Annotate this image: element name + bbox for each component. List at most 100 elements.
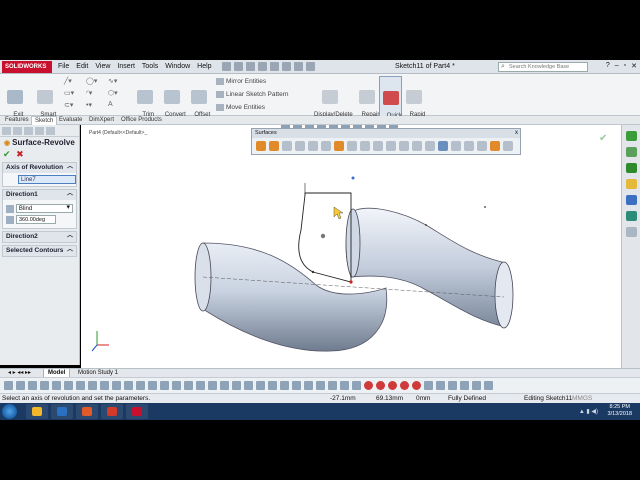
units-selector[interactable]: MMGS xyxy=(572,394,592,403)
ellipse-tool-icon[interactable] xyxy=(112,381,121,390)
menu-edit[interactable]: Edit xyxy=(76,63,88,70)
polygon-icon[interactable]: ⬡▾ xyxy=(108,89,130,98)
chamfer-tool-icon[interactable] xyxy=(136,381,145,390)
knit-surface-icon[interactable] xyxy=(425,141,435,151)
reverse-direction-icon[interactable] xyxy=(6,204,14,213)
spline-tool-icon[interactable] xyxy=(100,381,109,390)
copy-tool-icon[interactable] xyxy=(280,381,289,390)
end-condition-select[interactable]: Blind xyxy=(15,204,73,213)
ruled-surface-icon[interactable] xyxy=(360,141,370,151)
dimension-tool-icon[interactable] xyxy=(316,381,325,390)
file-explorer-taskbar-icon[interactable] xyxy=(26,404,48,419)
vertical-snap-icon[interactable] xyxy=(460,381,469,390)
sketch-point[interactable] xyxy=(425,224,427,226)
move-copy-icon[interactable] xyxy=(490,141,500,151)
tab-sketch[interactable]: Sketch xyxy=(31,116,58,125)
offset-tool-icon[interactable] xyxy=(184,381,193,390)
mid-surface-icon[interactable] xyxy=(503,141,513,151)
menu-window[interactable]: Window xyxy=(165,63,190,70)
custom-properties-icon[interactable] xyxy=(625,211,637,221)
line-icon[interactable]: ╱▾ xyxy=(64,77,86,86)
mirror-entities-button[interactable]: Mirror Entities xyxy=(216,78,266,85)
menu-tools[interactable]: Tools xyxy=(142,63,158,70)
perpendicular-snap-icon[interactable] xyxy=(424,381,433,390)
planar-surface-icon[interactable] xyxy=(334,141,344,151)
move-entities-button[interactable]: Move Entities xyxy=(216,104,265,111)
angle-snap-icon[interactable] xyxy=(472,381,481,390)
system-tray[interactable]: ▲ ▮ ◀) xyxy=(579,408,598,415)
parallelogram-tool-icon[interactable] xyxy=(52,381,61,390)
sketch-profile[interactable] xyxy=(298,192,352,283)
filled-surface-icon[interactable] xyxy=(321,141,331,151)
angle-input[interactable]: 360.00deg xyxy=(16,215,56,224)
intersection-snap-icon[interactable] xyxy=(400,381,409,390)
rectangle-tool-icon[interactable] xyxy=(40,381,49,390)
arc-icon[interactable]: ◜▾ xyxy=(86,89,108,98)
text-icon[interactable]: A xyxy=(108,101,130,110)
quadrant-snap-icon[interactable] xyxy=(388,381,397,390)
tab-office-products[interactable]: Office Products xyxy=(118,116,165,125)
rectangle-icon[interactable]: ▭▾ xyxy=(64,89,86,98)
text-tool-icon[interactable] xyxy=(160,381,169,390)
midpoint-snap-icon[interactable] xyxy=(364,381,373,390)
open-icon[interactable] xyxy=(234,62,243,71)
line-tool-icon[interactable] xyxy=(28,381,37,390)
trim-tool-icon[interactable] xyxy=(196,381,205,390)
menu-help[interactable]: Help xyxy=(197,63,211,70)
solidworks-resources-icon[interactable] xyxy=(625,131,637,141)
undo-icon[interactable] xyxy=(270,62,279,71)
swept-surface-icon[interactable] xyxy=(282,141,292,151)
feature-tree-icon[interactable] xyxy=(2,127,11,135)
media-player-taskbar-icon[interactable] xyxy=(76,404,98,419)
file-explorer-icon[interactable] xyxy=(625,163,637,173)
axis-selection-field[interactable]: Line7 xyxy=(18,175,76,184)
horizontal-snap-icon[interactable] xyxy=(448,381,457,390)
revolved-surface-icon[interactable] xyxy=(269,141,279,151)
browser-taskbar-icon[interactable] xyxy=(51,404,73,419)
thicken-icon[interactable] xyxy=(438,141,448,151)
point-tool-icon[interactable] xyxy=(172,381,181,390)
confirmation-corner-icon[interactable]: ✔ xyxy=(599,133,607,144)
rebuild-icon[interactable] xyxy=(294,62,303,71)
pattern-tool-icon[interactable] xyxy=(292,381,301,390)
save-icon[interactable] xyxy=(246,62,255,71)
property-manager-icon[interactable] xyxy=(13,127,22,135)
boundary-surface-icon[interactable] xyxy=(308,141,318,151)
close-icon[interactable]: x xyxy=(515,129,518,138)
restore-button[interactable]: ▫ xyxy=(624,62,626,70)
grid-icon[interactable] xyxy=(16,381,25,390)
untrim-surface-icon[interactable] xyxy=(412,141,422,151)
axis-group-header[interactable]: Axis of Revolution xyxy=(3,162,76,173)
search-input[interactable]: Search Knowledge Base xyxy=(498,62,588,72)
new-icon[interactable] xyxy=(222,62,231,71)
configuration-icon[interactable] xyxy=(24,127,33,135)
replace-face-icon[interactable] xyxy=(464,141,474,151)
intersect-tool-icon[interactable] xyxy=(352,381,361,390)
delete-face-icon[interactable] xyxy=(451,141,461,151)
sketch-point[interactable] xyxy=(320,233,326,239)
relations-tool-icon[interactable] xyxy=(304,381,313,390)
scale-tool-icon[interactable] xyxy=(268,381,277,390)
arc-tool-icon[interactable] xyxy=(88,381,97,390)
direction2-header[interactable]: Direction2 xyxy=(3,231,76,242)
select-icon[interactable] xyxy=(282,62,291,71)
circle-icon[interactable]: ◯▾ xyxy=(86,77,108,86)
tab-dimxpert[interactable]: DimXpert xyxy=(86,116,117,125)
convert-tool-icon[interactable] xyxy=(340,381,349,390)
sketch-point[interactable] xyxy=(484,206,486,208)
rotate-tool-icon[interactable] xyxy=(256,381,265,390)
sketch-point[interactable] xyxy=(351,176,355,180)
center-snap-icon[interactable] xyxy=(376,381,385,390)
spline-icon[interactable]: ∿▾ xyxy=(108,77,130,86)
help-icon[interactable]: ? xyxy=(606,62,610,70)
options-icon[interactable] xyxy=(306,62,315,71)
menu-file[interactable]: File xyxy=(58,63,69,70)
polygon-tool-icon[interactable] xyxy=(64,381,73,390)
graphics-area[interactable]: Part4 (Default<<Default>_ ✔ Surfaces x xyxy=(81,125,621,368)
view-palette-icon[interactable] xyxy=(625,179,637,189)
sketch-point[interactable] xyxy=(311,270,315,274)
menu-view[interactable]: View xyxy=(95,63,110,70)
extruded-surface-icon[interactable] xyxy=(256,141,266,151)
slot-icon[interactable]: ⊂▾ xyxy=(64,101,86,110)
solidworks-taskbar-icon[interactable] xyxy=(126,404,148,419)
